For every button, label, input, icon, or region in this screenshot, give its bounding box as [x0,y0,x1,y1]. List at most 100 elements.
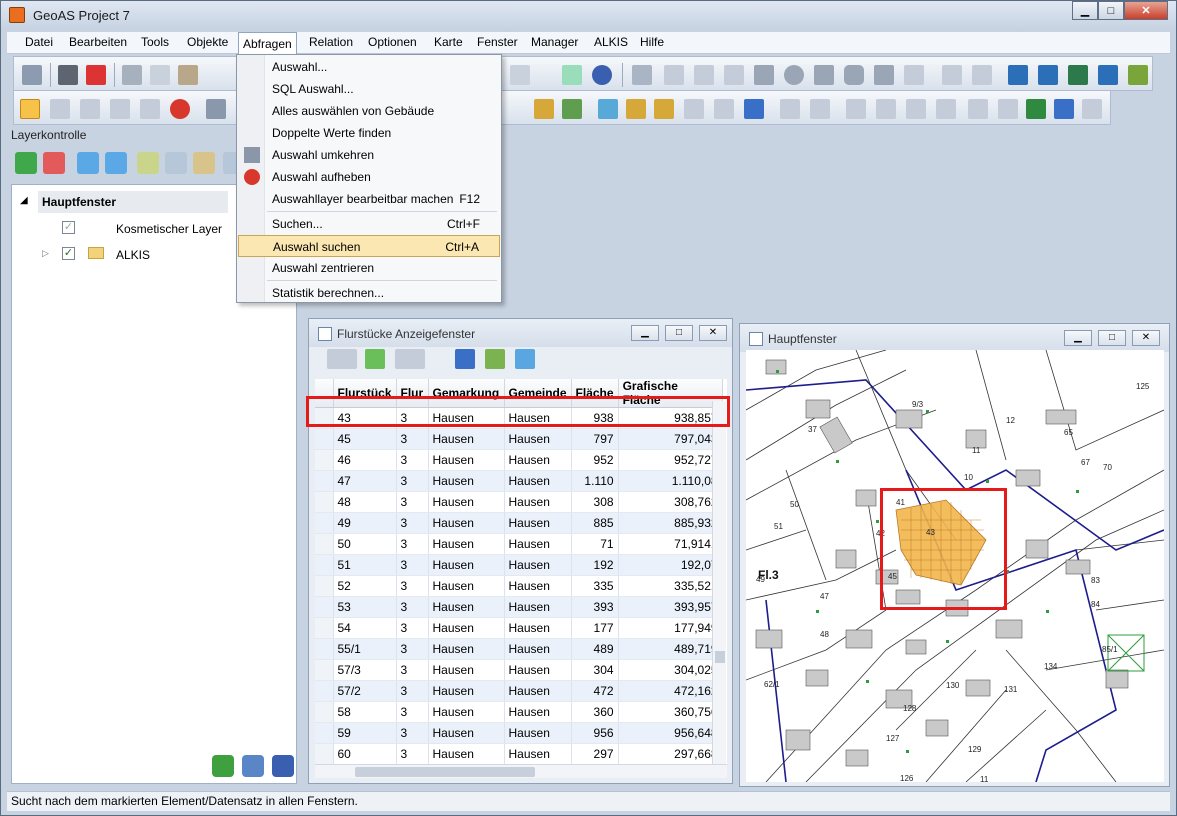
table-cell[interactable]: 58 [333,701,397,723]
table-row[interactable]: 46 3 Hausen Hausen 952 952,727 [315,449,723,471]
table-cell[interactable]: Hausen [428,743,505,764]
layers-icon[interactable] [598,99,618,119]
table-cell[interactable]: 54 [333,617,397,639]
table-cell[interactable]: Hausen [504,533,572,555]
layer-edit-icon[interactable] [193,152,215,174]
house-outline-icon[interactable] [846,99,866,119]
table-cell[interactable]: Hausen [428,659,505,681]
table-cell[interactable]: 53 [333,596,397,618]
table-cell[interactable]: 3 [396,575,429,597]
menu-relation[interactable]: Relation [305,35,357,49]
menu-auswahl-aufheben[interactable]: Auswahl aufheben [238,166,500,188]
line-blue-icon[interactable] [1038,65,1058,85]
table-cell[interactable]: Hausen [504,680,572,702]
close-button[interactable]: ✕ [1124,1,1168,20]
help-icon[interactable] [592,65,612,85]
table-cell[interactable]: 192 [571,554,619,576]
table-cell[interactable]: Hausen [504,743,572,764]
row-selector[interactable] [315,575,334,597]
menu-suchen[interactable]: Suchen... Ctrl+F [238,213,500,235]
label-text-icon[interactable] [455,349,475,369]
list-icon[interactable] [936,99,956,119]
row-selector[interactable] [315,659,334,681]
hscroll-thumb[interactable] [355,767,535,777]
select-layer-icon[interactable] [206,99,226,119]
table-row[interactable]: 57/3 3 Hausen Hausen 304 304,025 [315,659,723,681]
table-close-button[interactable]: ✕ [699,325,727,341]
move-up-icon[interactable] [77,152,99,174]
table-row[interactable]: 54 3 Hausen Hausen 177 177,949 [315,617,723,639]
line-tool-icon[interactable] [664,65,684,85]
table-cell[interactable]: Hausen [504,512,572,534]
table-cell[interactable]: 3 [396,512,429,534]
table-cell[interactable]: Hausen [504,722,572,744]
table-cell[interactable]: 952 [571,449,619,471]
table-cell[interactable]: Hausen [428,491,505,513]
table-cell[interactable]: 192,07 [618,554,723,576]
row-selector[interactable] [315,722,334,744]
text-tool-icon[interactable] [874,65,894,85]
menu-optionen[interactable]: Optionen [364,35,421,49]
sort-az-icon[interactable] [510,65,530,85]
menu-auswahllayer-bearbeitbar[interactable]: Auswahllayer bearbeitbar machen F12 [238,188,500,210]
table-cell[interactable]: 3 [396,617,429,639]
map-minimize-button[interactable]: ▁ [1064,330,1092,346]
table-cell[interactable]: Hausen [504,638,572,660]
text-blue-icon[interactable] [1098,65,1118,85]
menu-abfragen[interactable]: Abfragen [238,32,297,54]
menu-auswahl[interactable]: Auswahl... [238,56,500,78]
table-cell[interactable]: Hausen [428,533,505,555]
row-selector[interactable] [315,470,334,492]
table-cell[interactable]: 177,949 [618,617,723,639]
circle-select-icon[interactable] [80,99,100,119]
table-cell[interactable]: Hausen [428,638,505,660]
table-cell[interactable]: 3 [396,659,429,681]
row-selector[interactable] [315,701,334,723]
table-cell[interactable]: 3 [396,596,429,618]
table-cell[interactable]: 1.110 [571,470,619,492]
layer-checkbox[interactable]: ✓ [62,247,75,260]
layer-help-icon[interactable] [272,755,294,777]
map-maximize-button[interactable]: □ [1098,330,1126,346]
table-cell[interactable]: 393 [571,596,619,618]
table-cell[interactable]: 797,043 [618,428,723,450]
table-cell[interactable]: 3 [396,491,429,513]
arc-tool-icon[interactable] [724,65,744,85]
table-cell[interactable]: 304,025 [618,659,723,681]
table-cell[interactable]: Hausen [504,491,572,513]
table-cell[interactable]: 360,756 [618,701,723,723]
rectangle-tool-icon[interactable] [814,65,834,85]
table-cell[interactable]: 797 [571,428,619,450]
table-cell[interactable]: Hausen [504,596,572,618]
table-cell[interactable]: 3 [396,743,429,764]
table-cell[interactable]: Hausen [504,470,572,492]
ruler-icon[interactable] [626,99,646,119]
cut-icon[interactable] [122,65,142,85]
table-cell[interactable]: 472 [571,680,619,702]
add-layer-icon[interactable] [15,152,37,174]
ellipse-tool-icon[interactable] [784,65,804,85]
table-cell[interactable]: 304 [571,659,619,681]
layer-props-icon[interactable] [137,152,159,174]
table-delete-icon[interactable] [714,99,734,119]
table-minimize-button[interactable]: ▁ [631,325,659,341]
chart-icon[interactable] [1054,99,1074,119]
table-cell[interactable]: Hausen [504,701,572,723]
menu-karte[interactable]: Karte [430,35,467,49]
expand-icon[interactable]: ▷ [42,248,49,259]
building-icon[interactable] [1082,99,1102,119]
table-cell[interactable]: 489,719 [618,638,723,660]
table-cell[interactable]: 3 [396,722,429,744]
table-row[interactable]: 49 3 Hausen Hausen 885 885,932 [315,512,723,534]
table-cell[interactable]: 52 [333,575,397,597]
pin-icon[interactable] [654,99,674,119]
table-hscroll[interactable] [315,764,727,778]
table-row[interactable]: 53 3 Hausen Hausen 393 393,957 [315,596,723,618]
layer-refresh-icon[interactable] [165,152,187,174]
table-row[interactable]: 58 3 Hausen Hausen 360 360,756 [315,701,723,723]
table-cell[interactable]: 308 [571,491,619,513]
vscroll-thumb[interactable] [715,651,725,663]
table-cell[interactable]: 885,932 [618,512,723,534]
menu-objekte[interactable]: Objekte [183,35,232,49]
rect-select-icon[interactable] [50,99,70,119]
